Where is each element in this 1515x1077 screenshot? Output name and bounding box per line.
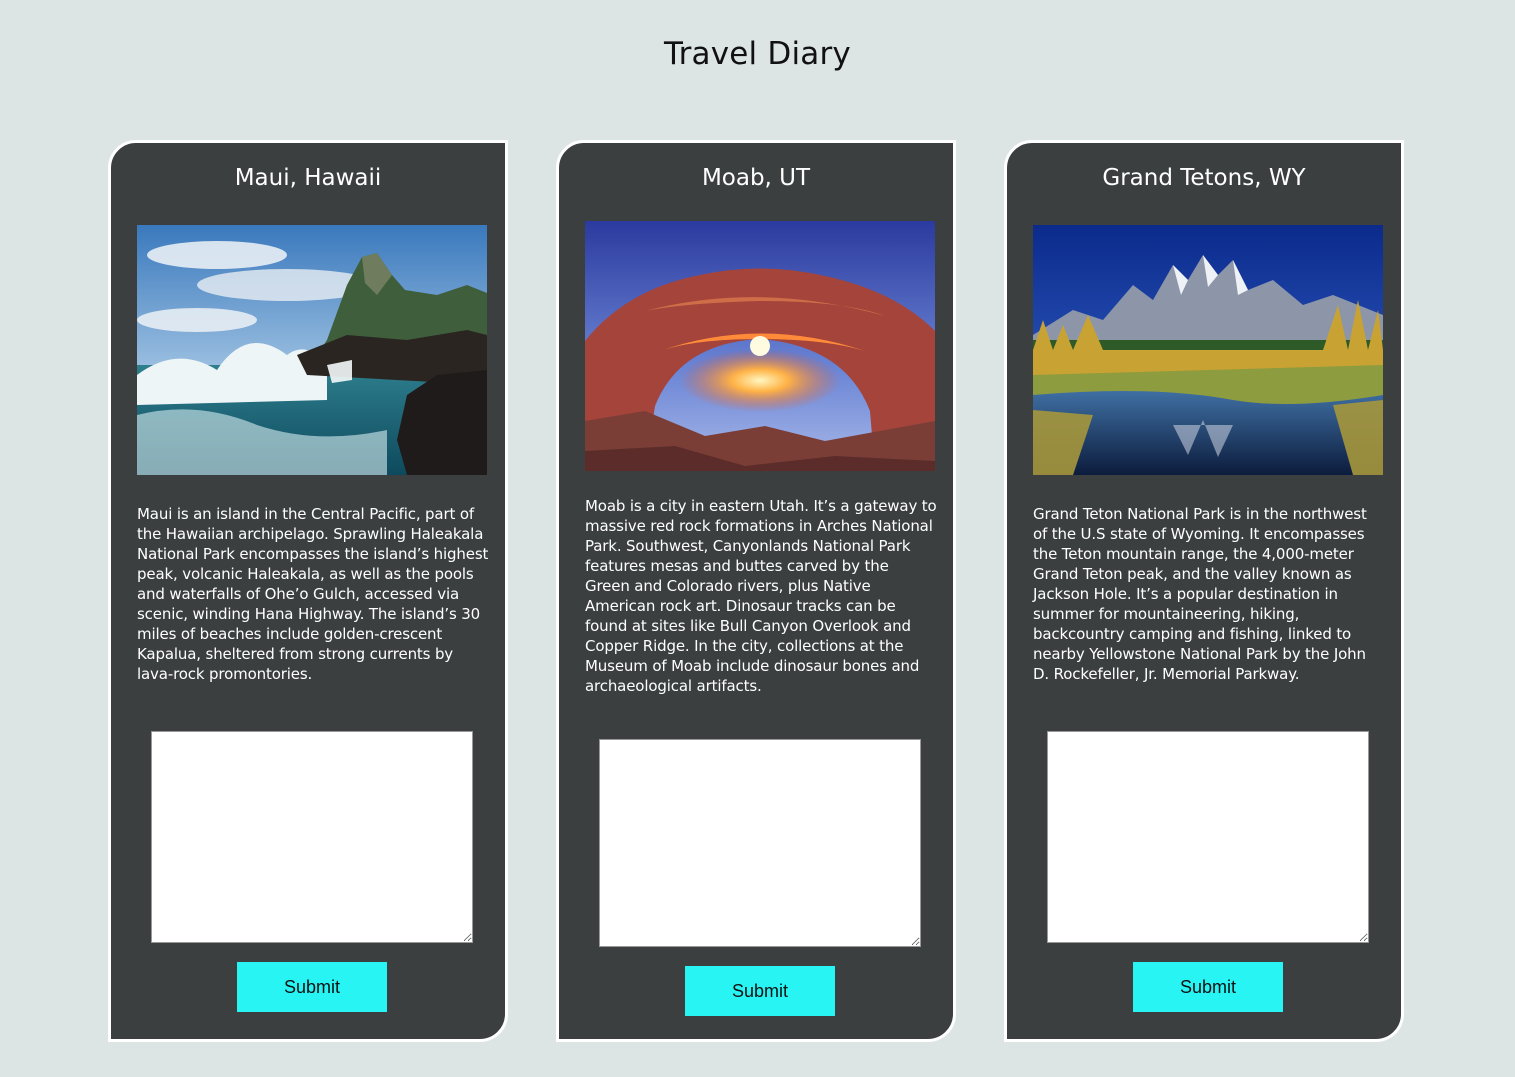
maui-photo — [137, 225, 487, 475]
card-title: Maui, Hawaii — [234, 165, 382, 191]
submit-button[interactable]: Submit — [1133, 962, 1283, 1012]
card-title: Grand Tetons, WY — [1102, 165, 1306, 191]
card-title: Moab, UT — [701, 165, 811, 191]
card-description: Grand Teton National Park is in the nort… — [1033, 505, 1367, 683]
diary-entry-input[interactable] — [151, 731, 473, 943]
grand-tetons-photo — [1033, 225, 1383, 475]
submit-button[interactable]: Submit — [685, 966, 835, 1016]
diary-entry-input[interactable] — [599, 739, 921, 947]
moab-photo — [585, 221, 935, 471]
card-grand-tetons: Grand Tetons, WY Grand Teton National Pa… — [1004, 140, 1404, 1042]
card-moab: Moab, UT Moab is a city in eastern Utah.… — [556, 140, 956, 1042]
diary-entry-input[interactable] — [1047, 731, 1369, 943]
submit-button[interactable]: Submit — [237, 962, 387, 1012]
card-description: Maui is an island in the Central Pacific… — [137, 505, 489, 683]
card-description: Moab is a city in eastern Utah. It’s a g… — [585, 497, 937, 695]
card-maui: Maui, Hawaii Maui is an island in the Ce… — [108, 140, 508, 1042]
page-title: Travel Diary — [664, 36, 851, 72]
